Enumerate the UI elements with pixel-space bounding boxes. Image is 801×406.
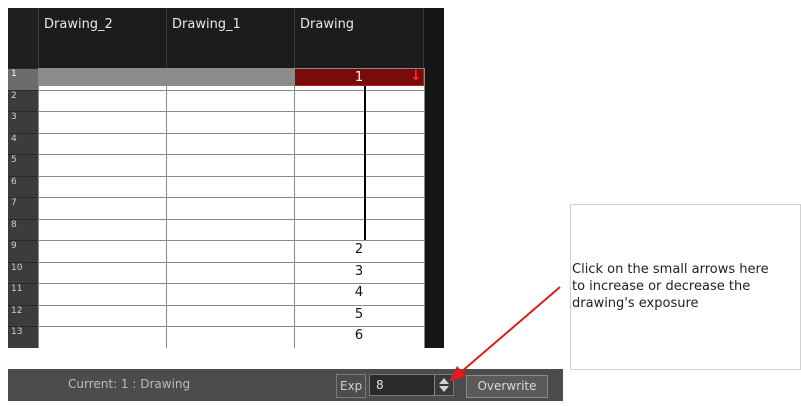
table-row — [38, 133, 424, 134]
column-header-drawing-2[interactable]: Drawing_2 — [38, 8, 166, 68]
table-row — [38, 154, 424, 155]
row-number[interactable]: 3 — [8, 111, 38, 133]
exposure-grid[interactable]: 1 2 3 4 5 6 ↓ — [38, 68, 425, 348]
row-number[interactable]: 5 — [8, 154, 38, 176]
table-row — [38, 262, 424, 263]
row-number[interactable]: 13 — [8, 326, 38, 348]
callout-line: Click on the small arrows here — [572, 262, 769, 277]
grid-column-divider — [424, 68, 425, 348]
cell-value[interactable]: 3 — [295, 264, 423, 279]
table-row — [38, 219, 424, 220]
table-row — [38, 240, 424, 241]
callout-line: drawing's exposure — [572, 296, 699, 311]
row-number[interactable]: 11 — [8, 283, 38, 305]
cell-value[interactable]: 5 — [295, 307, 423, 322]
table-row — [38, 176, 424, 177]
increase-arrow-icon[interactable] — [439, 378, 449, 384]
selected-cell-drawing-1[interactable] — [166, 68, 294, 86]
cell-value[interactable]: 6 — [295, 328, 423, 343]
scroll-strip[interactable] — [424, 8, 444, 348]
grid-column-divider — [294, 68, 295, 348]
decrease-arrow-icon[interactable] — [439, 386, 449, 392]
row-number[interactable]: 9 — [8, 240, 38, 262]
cell-value[interactable]: 1 — [295, 70, 423, 85]
table-row — [38, 305, 424, 306]
row-number[interactable]: 7 — [8, 197, 38, 219]
exposure-hold-line — [364, 86, 366, 240]
table-row — [38, 111, 424, 112]
overwrite-button[interactable]: Overwrite — [466, 375, 548, 398]
row-number[interactable]: 12 — [8, 305, 38, 327]
selected-cell-drawing-2[interactable] — [38, 68, 166, 86]
red-down-arrow-icon[interactable]: ↓ — [410, 68, 422, 84]
row-number[interactable]: 6 — [8, 176, 38, 198]
row-number[interactable]: 10 — [8, 262, 38, 284]
cell-value[interactable]: 2 — [295, 242, 423, 257]
table-row — [38, 90, 424, 91]
spinner-arrows-icon[interactable] — [434, 375, 453, 395]
row-number[interactable]: 1 — [8, 68, 38, 90]
row-number[interactable]: 4 — [8, 133, 38, 155]
table-row — [38, 326, 424, 327]
exp-label: Exp — [336, 374, 367, 398]
grid-column-divider — [38, 68, 39, 348]
row-number[interactable]: 2 — [8, 90, 38, 112]
current-drawing-status: Current: 1 : Drawing — [68, 377, 191, 391]
cell-value[interactable]: 4 — [295, 285, 423, 300]
table-row — [38, 68, 424, 69]
table-row — [38, 283, 424, 284]
column-header-drawing[interactable]: Drawing — [294, 8, 424, 68]
callout-line: to increase or decrease the — [572, 279, 751, 294]
row-number[interactable]: 8 — [8, 219, 38, 241]
exposure-toolbar: Current: 1 : Drawing Exp 8 Overwrite — [8, 369, 563, 401]
column-header-drawing-1[interactable]: Drawing_1 — [166, 8, 294, 68]
grid-column-divider — [166, 68, 167, 348]
callout-text: Click on the small arrows here to increa… — [572, 261, 800, 312]
xsheet-panel: Drawing_2 Drawing_1 Drawing 1 2 3 4 5 6 7 8 9 10 1… — [8, 8, 444, 348]
table-row — [38, 197, 424, 198]
